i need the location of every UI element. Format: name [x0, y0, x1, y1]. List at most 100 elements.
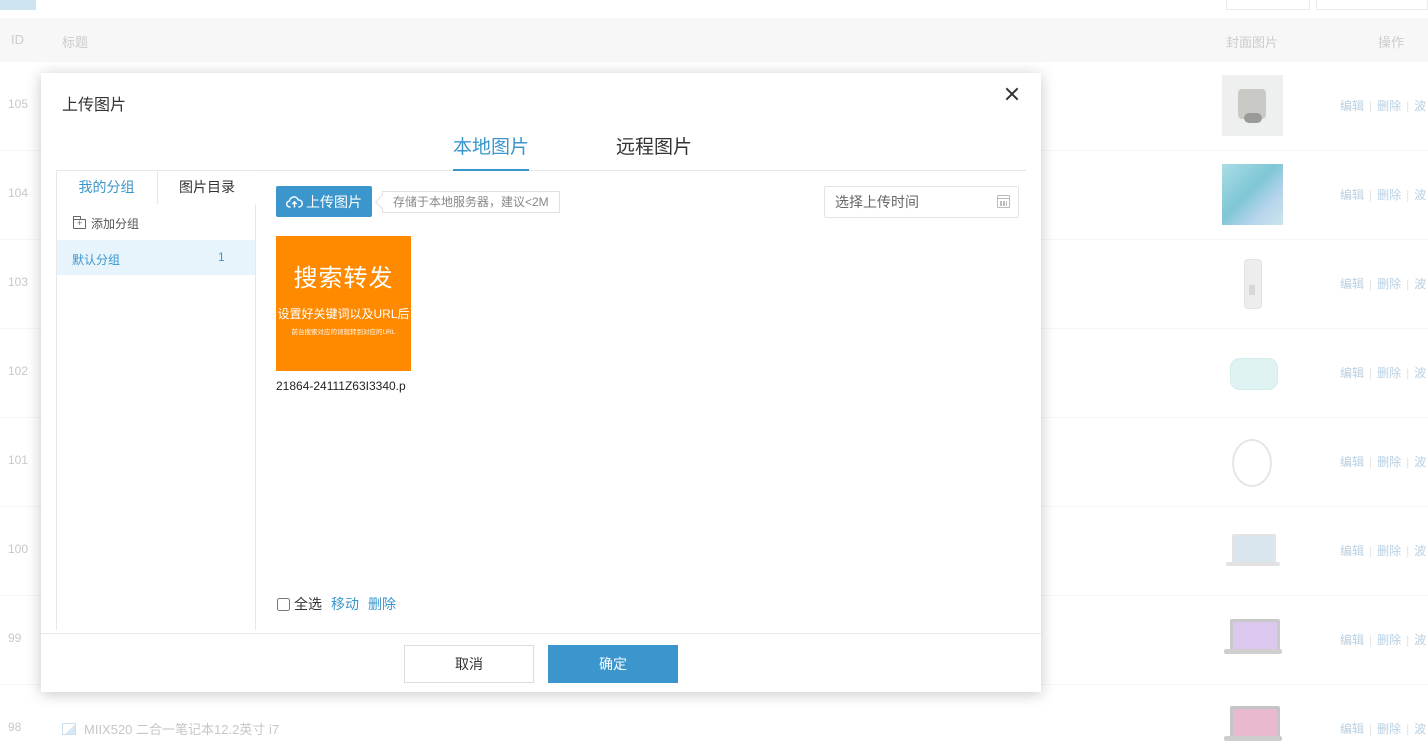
close-icon[interactable]: [1003, 85, 1021, 103]
row-cover-image: [1222, 75, 1283, 136]
cancel-button[interactable]: 取消: [404, 645, 534, 683]
separator: |: [1406, 722, 1410, 736]
delete-link[interactable]: 删除: [368, 594, 396, 614]
thumbnail-heading: 搜索转发: [293, 265, 394, 292]
delete-row-link[interactable]: 删除: [1377, 722, 1401, 736]
separator: |: [1406, 188, 1410, 202]
edit-link[interactable]: 编辑: [1340, 99, 1364, 113]
select-all-label[interactable]: 全选: [294, 594, 322, 614]
separator: |: [1406, 633, 1410, 647]
separator: |: [1369, 99, 1373, 113]
separator: |: [1406, 544, 1410, 558]
move-link[interactable]: 移动: [331, 594, 359, 614]
edit-link[interactable]: 编辑: [1340, 188, 1364, 202]
more-link[interactable]: 波: [1414, 455, 1426, 469]
delete-row-link[interactable]: 删除: [1377, 277, 1401, 291]
upload-image-label: 上传图片: [306, 193, 362, 210]
row-cover-image: [1222, 698, 1283, 753]
group-item-default[interactable]: 默认分组 1: [57, 240, 255, 275]
separator: |: [1406, 99, 1410, 113]
edit-link[interactable]: 编辑: [1340, 633, 1364, 647]
image-icon: [62, 723, 76, 735]
row-actions: 编辑 | 删除 | 波: [1340, 275, 1426, 292]
row-id: 99: [8, 631, 22, 645]
edit-link[interactable]: 编辑: [1340, 277, 1364, 291]
calendar-icon[interactable]: [997, 195, 1010, 208]
more-link[interactable]: 波: [1414, 544, 1426, 558]
background-filter-select[interactable]: [1226, 0, 1310, 10]
column-actions: 操作: [1378, 35, 1405, 50]
delete-row-link[interactable]: 删除: [1377, 455, 1401, 469]
edit-link[interactable]: 编辑: [1340, 544, 1364, 558]
separator: |: [1369, 722, 1373, 736]
row-actions: 编辑 | 删除 | 波: [1340, 631, 1426, 648]
delete-row-link[interactable]: 删除: [1377, 544, 1401, 558]
delete-row-link[interactable]: 删除: [1377, 633, 1401, 647]
background-add-button[interactable]: [0, 0, 36, 10]
row-id: 104: [8, 186, 29, 200]
upload-image-button[interactable]: 上传图片: [276, 186, 372, 217]
edit-link[interactable]: 编辑: [1340, 722, 1364, 736]
upload-image-modal: 上传图片 本地图片 远程图片 我的分组 图片目录 添加分组 默认分组 1 上传图…: [41, 73, 1041, 692]
edit-link[interactable]: 编辑: [1340, 455, 1364, 469]
column-title: 标题: [62, 35, 89, 50]
image-thumbnail[interactable]: 搜索转发 设置好关键词以及URL后 前台搜索对应的词就转到对应的URL: [276, 236, 411, 371]
column-id: ID: [11, 32, 24, 47]
row-id: 100: [8, 542, 29, 556]
folder-add-icon: [73, 215, 86, 229]
row-cover-image: [1222, 520, 1283, 581]
tab-local-images[interactable]: 本地图片: [432, 132, 550, 171]
more-link[interactable]: 波: [1414, 722, 1426, 736]
bulk-actions: 全选 移动 删除: [277, 594, 405, 614]
separator: |: [1369, 366, 1373, 380]
background-search-input[interactable]: [1316, 0, 1428, 10]
group-item-count: 1: [218, 250, 225, 264]
row-id: 105: [8, 97, 29, 111]
row-actions: 编辑 | 删除 | 波: [1340, 542, 1426, 559]
tab-remote-images[interactable]: 远程图片: [616, 132, 692, 170]
delete-row-link[interactable]: 删除: [1377, 188, 1401, 202]
table-row: 98 MIIX520 二合一笔记本12.2英寸 i7 编辑 | 删除 | 波: [0, 685, 1428, 753]
tab-image-directory[interactable]: 图片目录: [157, 171, 256, 204]
upload-date-input[interactable]: [824, 186, 1019, 218]
separator: |: [1369, 188, 1373, 202]
row-id: 103: [8, 275, 29, 289]
row-title[interactable]: MIIX520 二合一笔记本12.2英寸 i7: [62, 719, 279, 738]
more-link[interactable]: 波: [1414, 277, 1426, 291]
add-group-label: 添加分组: [91, 217, 140, 231]
row-id: 101: [8, 453, 29, 467]
row-cover-image: [1222, 609, 1283, 670]
separator: |: [1369, 544, 1373, 558]
row-actions: 编辑 | 删除 | 波: [1340, 453, 1426, 470]
select-all-checkbox[interactable]: [277, 597, 290, 611]
more-link[interactable]: 波: [1414, 366, 1426, 380]
add-group-button[interactable]: 添加分组: [73, 215, 139, 232]
row-id: 102: [8, 364, 29, 378]
row-actions: 编辑 | 删除 | 波: [1340, 364, 1426, 381]
delete-row-link[interactable]: 删除: [1377, 99, 1401, 113]
row-cover-image: [1222, 342, 1283, 403]
thumbnail-caption: 前台搜索对应的词就转到对应的URL: [291, 329, 396, 336]
more-link[interactable]: 波: [1414, 99, 1426, 113]
image-file-card[interactable]: 搜索转发 设置好关键词以及URL后 前台搜索对应的词就转到对应的URL 2186…: [276, 236, 412, 393]
group-item-label: 默认分组: [72, 253, 121, 267]
separator: |: [1369, 455, 1373, 469]
separator: |: [1406, 277, 1410, 291]
row-cover-image: [1222, 431, 1283, 492]
tab-my-groups[interactable]: 我的分组: [57, 171, 156, 205]
image-source-tabs: 本地图片 远程图片: [256, 128, 1026, 171]
more-link[interactable]: 波: [1414, 188, 1426, 202]
separator: |: [1369, 633, 1373, 647]
confirm-button[interactable]: 确定: [548, 645, 678, 683]
row-id: 98: [8, 720, 22, 734]
background-toolbar: [0, 0, 1428, 18]
more-link[interactable]: 波: [1414, 633, 1426, 647]
row-actions: 编辑 | 删除 | 波: [1340, 720, 1426, 737]
row-cover-image: [1222, 164, 1283, 225]
row-actions: 编辑 | 删除 | 波: [1340, 186, 1426, 203]
modal-title: 上传图片: [62, 97, 127, 114]
edit-link[interactable]: 编辑: [1340, 366, 1364, 380]
cloud-upload-icon: [286, 195, 303, 208]
delete-row-link[interactable]: 删除: [1377, 366, 1401, 380]
image-file-name: 21864-24111Z63I3340.p: [276, 379, 406, 393]
